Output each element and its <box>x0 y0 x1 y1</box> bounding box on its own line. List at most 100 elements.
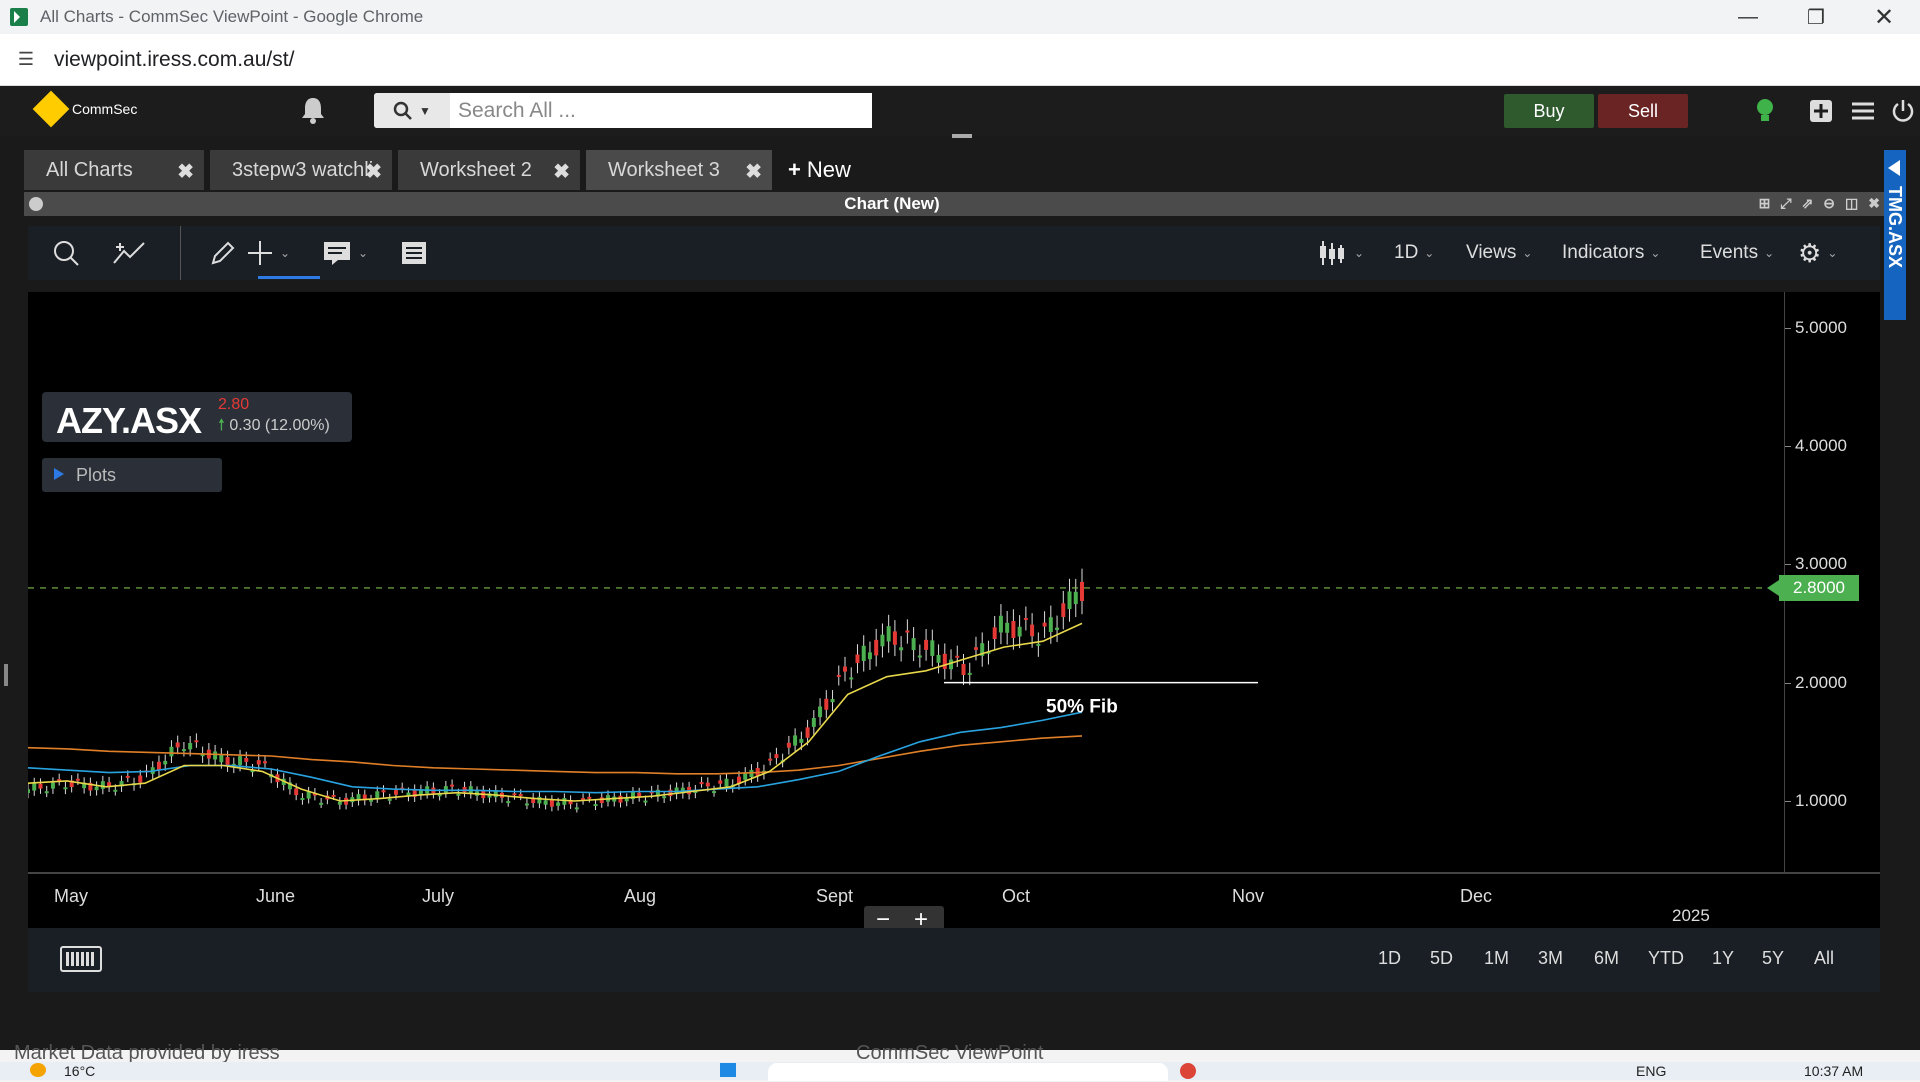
events-menu[interactable]: Events ⌄ <box>1700 226 1774 280</box>
range-bar: 1D 5D 1M 3M 6M YTD 1Y 5Y All <box>28 928 1880 992</box>
restore-button[interactable]: ❐ <box>1782 0 1850 34</box>
candle-body <box>818 706 823 718</box>
candle-body <box>1048 617 1053 633</box>
chart-plot-area[interactable]: 50% Fib <box>28 292 1784 872</box>
chrome-taskbar-icon[interactable] <box>1180 1063 1196 1082</box>
new-tab-button[interactable]: + New <box>778 150 851 190</box>
table-icon <box>402 242 426 264</box>
range-button-1m[interactable]: 1M <box>1484 948 1509 969</box>
gear-icon: ⚙ <box>1798 237 1822 268</box>
tab-all-charts[interactable]: All Charts ✖ <box>24 150 204 190</box>
draw-tool[interactable] <box>180 226 237 280</box>
candle-body <box>225 757 230 766</box>
data-table-tool[interactable] <box>400 226 428 280</box>
search-scope-button[interactable]: ▼ <box>374 93 450 128</box>
range-button-5y[interactable]: 5Y <box>1762 948 1784 969</box>
year-tick-label: 2025 <box>1672 906 1710 925</box>
plots-toggle[interactable]: Plots <box>42 458 222 492</box>
side-panel-tab[interactable]: TMG.ASX <box>1884 150 1906 320</box>
keyboard-icon[interactable] <box>60 946 102 972</box>
close-tab-icon[interactable]: ✖ <box>745 159 762 184</box>
candle-body <box>1005 622 1010 633</box>
site-settings-icon[interactable]: ☰ <box>14 48 38 72</box>
close-window-button[interactable]: ✕ <box>1850 0 1918 34</box>
left-resize-handle[interactable] <box>4 664 8 686</box>
lightbulb-icon[interactable] <box>1752 98 1778 124</box>
windows-start-icon[interactable] <box>720 1063 736 1080</box>
interval-selector[interactable]: 1D ⌄ <box>1394 226 1434 280</box>
panel-expand-icon[interactable]: ⤢ <box>1780 195 1791 212</box>
tab-worksheet-2[interactable]: Worksheet 2 ✖ <box>398 150 580 190</box>
range-button-5d[interactable]: 5D <box>1430 948 1453 969</box>
language-indicator[interactable]: ENG <box>1636 1063 1666 1079</box>
candle-body <box>867 652 872 660</box>
sell-button[interactable]: Sell <box>1598 94 1688 128</box>
tab-worksheet-3[interactable]: Worksheet 3 ✖ <box>586 150 772 190</box>
candle-body <box>998 615 1003 633</box>
candle-body <box>524 803 529 806</box>
taskbar: 16°C ENG 10:37 AM <box>0 1062 1920 1082</box>
candle-body <box>163 760 168 765</box>
price-axis[interactable]: 5.0000 4.0000 3.0000 2.0000 1.0000 2.8000 <box>1767 292 1880 872</box>
price-chart[interactable]: 50% Fib <box>28 292 1784 872</box>
range-button-6m[interactable]: 6M <box>1594 948 1619 969</box>
bell-icon[interactable] <box>300 96 326 124</box>
chart-type-selector[interactable]: ⌄ <box>1318 226 1364 280</box>
buy-button[interactable]: Buy <box>1504 94 1594 128</box>
indicators-menu[interactable]: Indicators ⌄ <box>1562 226 1660 280</box>
time-tick-label: Nov <box>1232 886 1265 906</box>
candle-body <box>662 796 667 799</box>
candle-body <box>768 758 773 761</box>
range-button-1y[interactable]: 1Y <box>1712 948 1734 969</box>
weather-temp[interactable]: 16°C <box>64 1063 95 1079</box>
chart-toolbar: ⌄ ⌄ ⌄ 1D ⌄ Views ⌄ Indicators ⌄ Events ⌄ <box>28 226 1880 280</box>
url-text[interactable]: viewpoint.iress.com.au/st/ <box>54 48 294 72</box>
search-input[interactable] <box>450 93 872 128</box>
clock[interactable]: 10:37 AM <box>1804 1063 1863 1079</box>
close-tab-icon[interactable]: ✖ <box>177 159 194 184</box>
range-button-3m[interactable]: 3M <box>1538 948 1563 969</box>
tab-label: Worksheet 2 <box>420 158 532 181</box>
power-icon[interactable] <box>1890 98 1916 124</box>
time-axis[interactable]: May June July Aug Sept Oct Nov Dec 2025 <box>28 872 1880 928</box>
drag-handle[interactable] <box>952 134 972 138</box>
plus-icon: + <box>788 157 801 182</box>
crosshair-tool[interactable]: ⌄ <box>246 226 290 280</box>
candle-body <box>724 778 729 787</box>
symbol-info-box[interactable]: AZY.ASX 2.80 🠕 0.30 (12.00%) <box>42 392 352 442</box>
candle-body <box>262 761 267 764</box>
price-tick-label: 5.0000 <box>1795 317 1847 337</box>
candle-body <box>1023 618 1028 621</box>
chart-settings[interactable]: ⚙ ⌄ <box>1798 226 1837 280</box>
range-button-all[interactable]: All <box>1814 948 1834 969</box>
views-menu[interactable]: Views ⌄ <box>1466 226 1532 280</box>
time-tick-label: May <box>54 886 89 906</box>
taskbar-search[interactable] <box>768 1063 1168 1081</box>
chevron-down-icon: ⌄ <box>358 246 369 260</box>
commsec-logo[interactable]: CommSec <box>32 90 137 128</box>
candle-body <box>793 735 798 746</box>
panel-minimize-icon[interactable]: ⊖ <box>1823 195 1835 212</box>
minimize-button[interactable]: — <box>1714 0 1782 34</box>
close-tab-icon[interactable]: ✖ <box>365 159 382 184</box>
add-panel-icon[interactable] <box>1808 98 1834 124</box>
close-tab-icon[interactable]: ✖ <box>553 159 570 184</box>
logo-diamond-icon <box>32 90 70 128</box>
range-button-1d[interactable]: 1D <box>1378 948 1401 969</box>
menu-icon[interactable] <box>1850 98 1876 124</box>
annotation-tool[interactable]: ⌄ <box>322 226 368 280</box>
comparison-tool[interactable] <box>112 226 146 280</box>
range-button-ytd[interactable]: YTD <box>1648 948 1684 969</box>
symbol-code: AZY.ASX <box>56 400 202 441</box>
candle-body <box>125 775 130 778</box>
chevron-down-icon: ⌄ <box>1522 246 1533 260</box>
panel-split-icon[interactable]: ◫ <box>1845 195 1858 212</box>
panel-popout-icon[interactable]: ⇗ <box>1802 195 1814 212</box>
panel-add-icon[interactable]: ⊞ <box>1759 195 1771 212</box>
zoom-search-tool[interactable] <box>52 226 80 280</box>
address-bar[interactable]: ☰ viewpoint.iress.com.au/st/ <box>0 34 1920 86</box>
weather-icon[interactable] <box>30 1063 46 1080</box>
price-tick-mark <box>1785 564 1791 566</box>
panel-close-icon[interactable]: ✖ <box>1868 195 1880 212</box>
tab-3stepw3[interactable]: 3stepw3 watchli ✖ <box>210 150 392 190</box>
